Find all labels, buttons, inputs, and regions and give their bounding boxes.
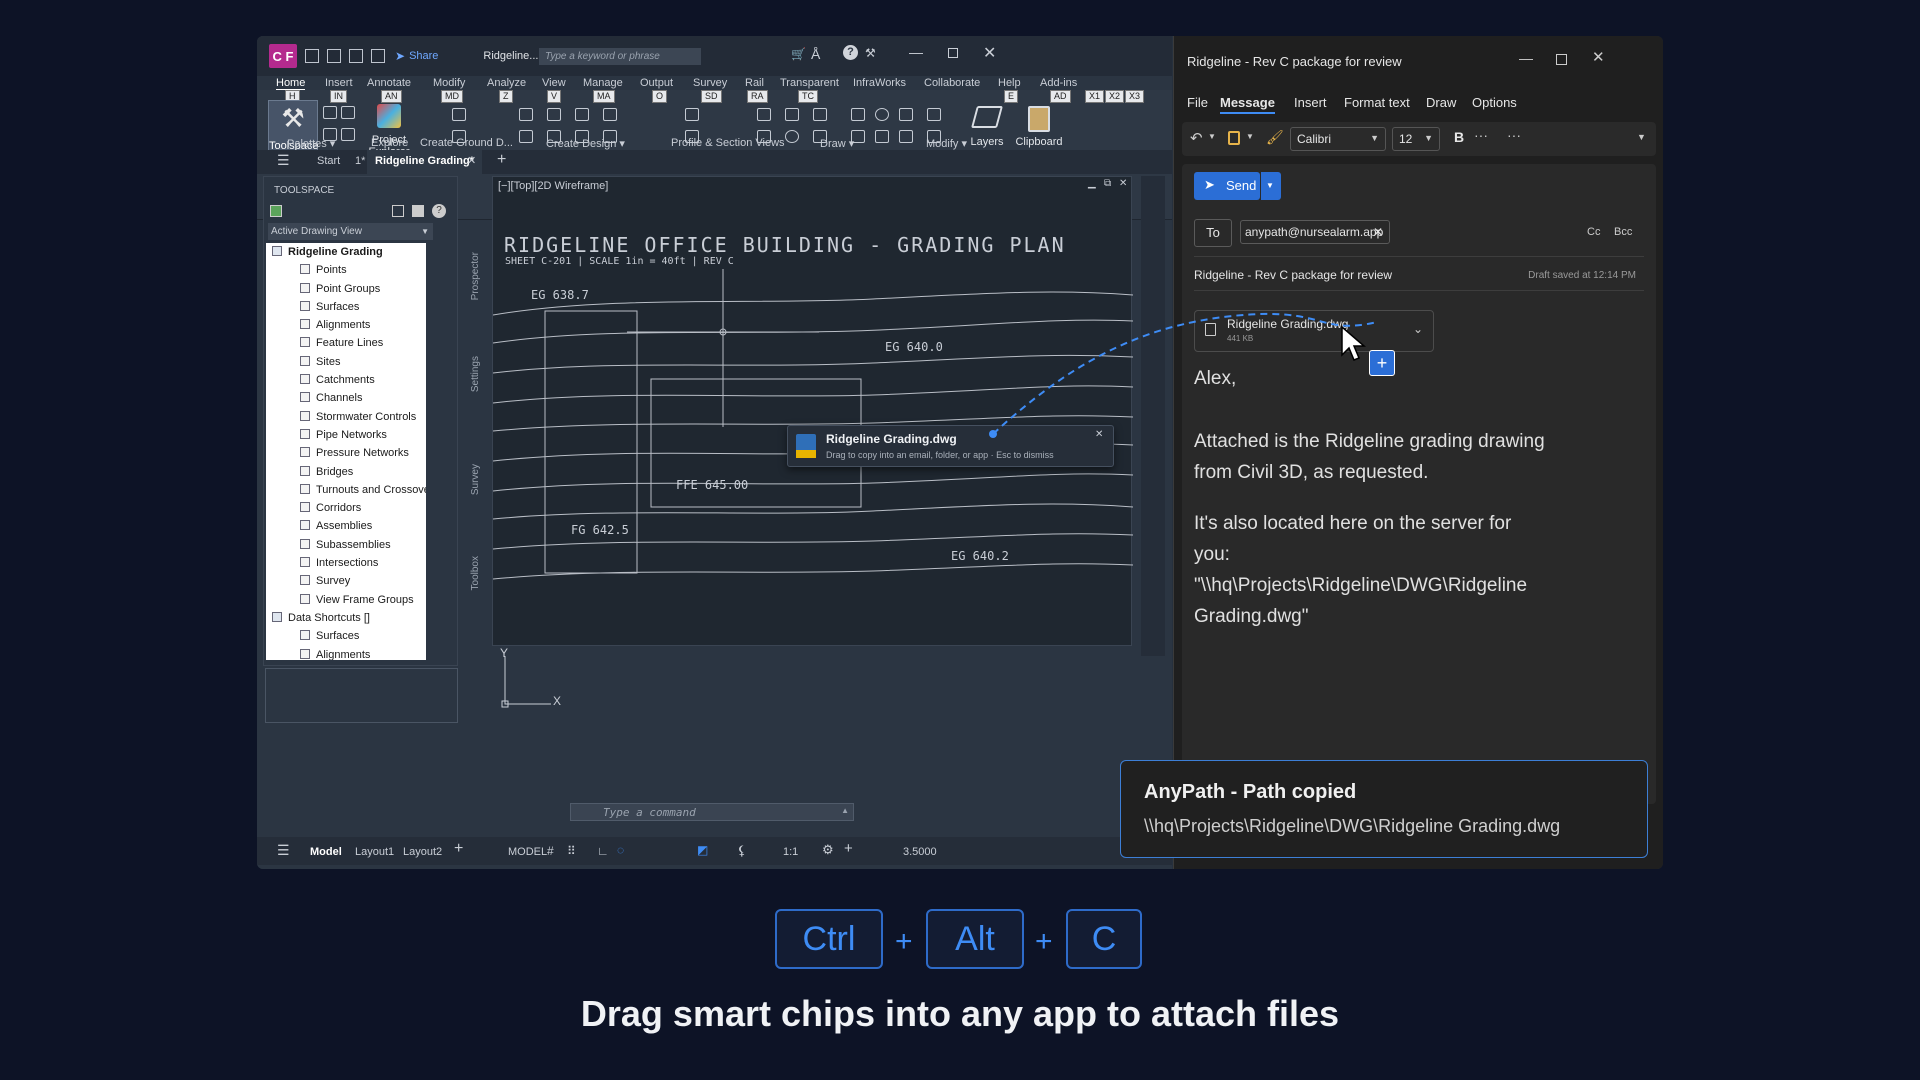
toast-title: AnyPath - Path copied xyxy=(1144,781,1357,803)
plus-sign: + xyxy=(1035,925,1053,958)
copy-plus-badge: + xyxy=(1369,350,1395,376)
key-c: C xyxy=(1066,909,1142,969)
anypath-toast[interactable]: AnyPath - Path copied \\hq\Projects\Ridg… xyxy=(1120,760,1648,858)
mouse-cursor-icon xyxy=(1341,325,1367,361)
plus-sign: + xyxy=(895,925,913,958)
tagline: Drag smart chips into any app to attach … xyxy=(580,993,1340,1034)
key-ctrl: Ctrl xyxy=(775,909,883,969)
screenshot-frame: C F ➤ Share Ridgeline... ▶ Type a keywor… xyxy=(257,36,1663,869)
key-alt: Alt xyxy=(926,909,1024,969)
toast-path: \\hq\Projects\Ridgeline\DWG\Ridgeline Gr… xyxy=(1144,816,1561,836)
drag-path xyxy=(989,312,1378,438)
